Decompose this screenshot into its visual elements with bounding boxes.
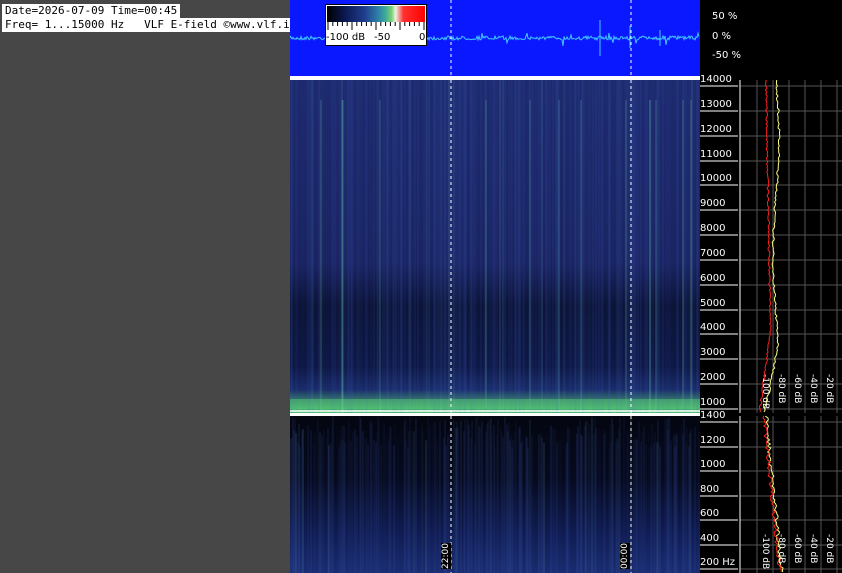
spectrogram-zoom [290,416,700,573]
zoom-freq-label: 600 [700,508,720,519]
main-freq-label: 9000 [700,198,726,210]
zoom-freq-label: 400 [700,532,720,544]
wave-pct-0: 0 % [712,31,732,42]
main-freq-label: 11000 [700,148,732,160]
main-freq-label: 14000 [700,74,732,85]
spectrogram-main [290,80,700,413]
zoom-freq-label: 800 [700,483,720,495]
time-marker-0000: 00:00 [620,543,630,569]
wave-pct-50: 50 % [712,11,738,22]
zoom-db-label: -40 dB [808,534,818,564]
main-freq-label: 12000 [700,123,732,135]
main-db-label: -40 dB [808,374,818,404]
main-freq-label: 13000 [700,98,732,110]
zoom-db-label: -20 dB [824,534,834,564]
main-freq-label: 2000 [700,372,726,384]
main-db-label: -20 dB [824,374,834,404]
main-freq-label: 7000 [700,247,726,259]
zoom-freq-label: 1400 [700,410,726,421]
scale-label-mid: -50 [374,32,391,43]
zoom-db-label: -60 dB [792,534,802,564]
scale-label-max: 0 [419,32,426,43]
color-scale-legend: -100 dB -50 0 [325,4,427,46]
main-db-label: -80 dB [776,374,786,404]
zoom-db-label: -100 dB [760,534,770,570]
wave-pct-neg50: -50 % [712,50,742,61]
zoom-db-label: -80 dB [776,534,786,564]
main-freq-label: 6000 [700,272,726,284]
zoom-freq-label: 1200 [700,434,726,446]
main-freq-label: 1000 [700,397,726,408]
frequency-info-label: Freq= 1...15000 Hz VLF E-field ©www.vlf.… [2,18,300,32]
scale-label-min: -100 dB [326,32,366,43]
main-freq-label: 10000 [700,173,732,185]
main-freq-label: 8000 [700,223,726,235]
main-db-label: -100 dB [760,374,770,410]
date-time-label: Date=2026-07-09 Time=00:45 [2,4,181,18]
main-freq-label: 4000 [700,322,726,334]
main-freq-label: 3000 [700,347,726,359]
zoom-freq-label: 200 Hz [700,557,736,568]
main-freq-label: 5000 [700,297,726,309]
main-db-label: -60 dB [792,374,802,404]
color-scale-ticks [327,22,425,30]
color-scale-bar [327,6,425,22]
time-marker-2200: 22:00 [441,543,451,569]
zoom-freq-label: 1000 [700,459,726,470]
left-blank-panel [0,0,290,573]
